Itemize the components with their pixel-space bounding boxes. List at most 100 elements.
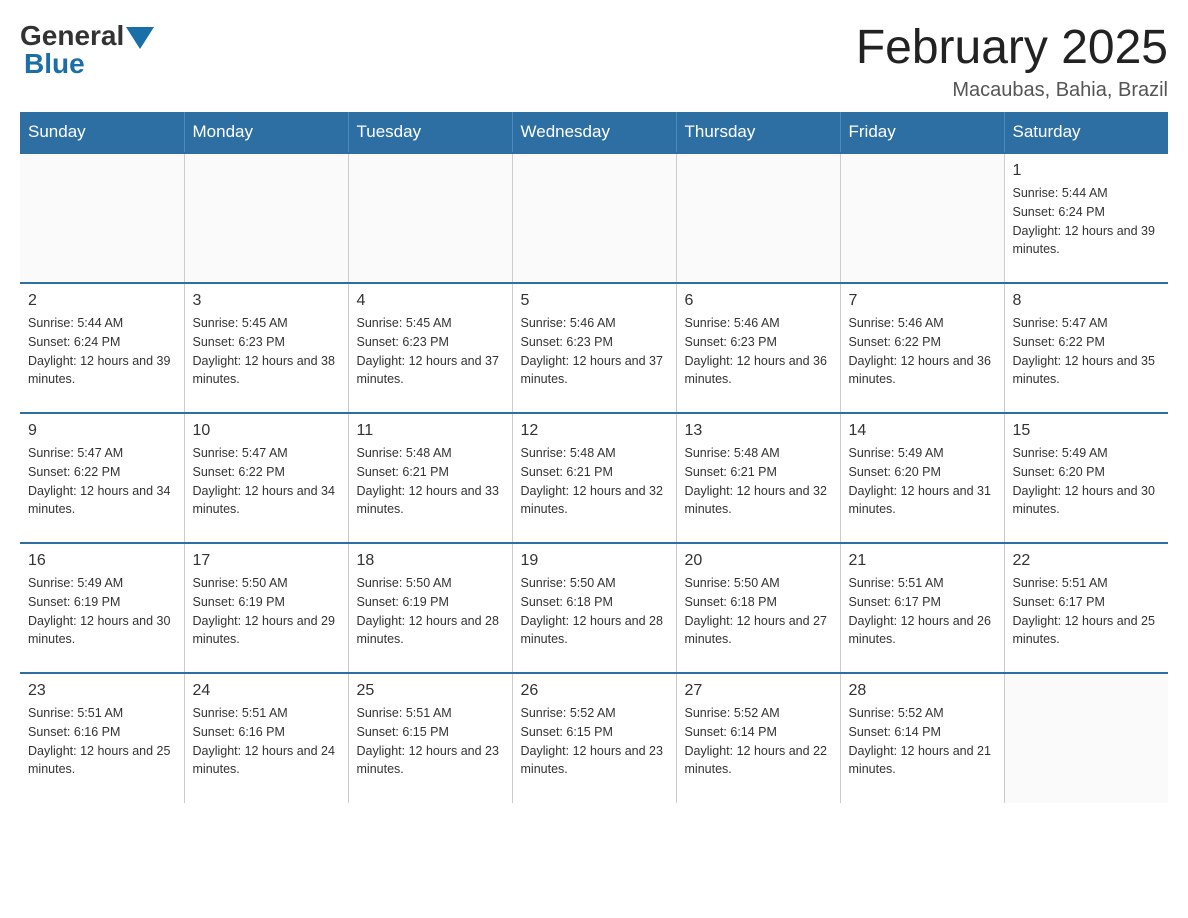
day-number: 6 (685, 292, 832, 310)
day-cell: 10 Sunrise: 5:47 AM Sunset: 6:22 PM Dayli… (184, 413, 348, 543)
day-cell: 5 Sunrise: 5:46 AM Sunset: 6:23 PM Daylig… (512, 283, 676, 413)
day-cell: 12 Sunrise: 5:48 AM Sunset: 6:21 PM Dayli… (512, 413, 676, 543)
day-number: 27 (685, 682, 832, 700)
day-cell (20, 153, 184, 283)
day-number: 2 (28, 292, 176, 310)
location: Macaubas, Bahia, Brazil (856, 79, 1168, 102)
day-cell: 7Sunrise: 5:46 AM Sunset: 6:22 PM Daylig… (840, 283, 1004, 413)
day-number: 14 (849, 422, 996, 440)
day-number: 10 (193, 422, 340, 440)
day-number: 20 (685, 552, 832, 570)
day-info: Sunrise: 5:51 AM Sunset: 6:15 PM Dayligh… (357, 704, 504, 779)
weekday-header-monday: Monday (184, 112, 348, 153)
day-number: 22 (1013, 552, 1161, 570)
day-number: 9 (28, 422, 176, 440)
day-info: Sunrise: 5:47 AM Sunset: 6:22 PM Dayligh… (193, 444, 340, 519)
day-number: 25 (357, 682, 504, 700)
day-cell: 21Sunrise: 5:51 AM Sunset: 6:17 PM Dayli… (840, 543, 1004, 673)
day-number: 1 (1013, 162, 1161, 180)
day-info: Sunrise: 5:51 AM Sunset: 6:16 PM Dayligh… (28, 704, 176, 779)
day-cell: 8 Sunrise: 5:47 AM Sunset: 6:22 PM Daylig… (1004, 283, 1168, 413)
day-cell: 20 Sunrise: 5:50 AM Sunset: 6:18 PM Dayli… (676, 543, 840, 673)
day-cell: 9 Sunrise: 5:47 AM Sunset: 6:22 PM Daylig… (20, 413, 184, 543)
calendar-table: SundayMondayTuesdayWednesdayThursdayFrid… (20, 112, 1168, 803)
logo-blue-text: Blue (24, 48, 85, 80)
day-cell (348, 153, 512, 283)
day-cell: 16 Sunrise: 5:49 AM Sunset: 6:19 PM Dayli… (20, 543, 184, 673)
day-info: Sunrise: 5:51 AM Sunset: 6:16 PM Dayligh… (193, 704, 340, 779)
logo: General Blue (20, 20, 154, 80)
day-cell: 24Sunrise: 5:51 AM Sunset: 6:16 PM Dayli… (184, 673, 348, 803)
day-cell (840, 153, 1004, 283)
title-section: February 2025 Macaubas, Bahia, Brazil (856, 20, 1168, 102)
day-number: 15 (1013, 422, 1161, 440)
day-info: Sunrise: 5:51 AM Sunset: 6:17 PM Dayligh… (1013, 574, 1161, 649)
day-info: Sunrise: 5:46 AM Sunset: 6:23 PM Dayligh… (685, 314, 832, 389)
day-cell: 25 Sunrise: 5:51 AM Sunset: 6:15 PM Dayli… (348, 673, 512, 803)
day-info: Sunrise: 5:52 AM Sunset: 6:15 PM Dayligh… (521, 704, 668, 779)
day-cell: 19 Sunrise: 5:50 AM Sunset: 6:18 PM Dayli… (512, 543, 676, 673)
day-info: Sunrise: 5:45 AM Sunset: 6:23 PM Dayligh… (193, 314, 340, 389)
day-cell: 27 Sunrise: 5:52 AM Sunset: 6:14 PM Dayli… (676, 673, 840, 803)
logo-triangle-icon (126, 27, 154, 49)
day-cell: 6 Sunrise: 5:46 AM Sunset: 6:23 PM Daylig… (676, 283, 840, 413)
day-info: Sunrise: 5:49 AM Sunset: 6:19 PM Dayligh… (28, 574, 176, 649)
day-cell: 26Sunrise: 5:52 AM Sunset: 6:15 PM Dayli… (512, 673, 676, 803)
day-cell: 14 Sunrise: 5:49 AM Sunset: 6:20 PM Dayli… (840, 413, 1004, 543)
day-cell (512, 153, 676, 283)
week-row-3: 9 Sunrise: 5:47 AM Sunset: 6:22 PM Daylig… (20, 413, 1168, 543)
day-number: 13 (685, 422, 832, 440)
day-info: Sunrise: 5:52 AM Sunset: 6:14 PM Dayligh… (685, 704, 832, 779)
day-number: 7 (849, 292, 996, 310)
day-info: Sunrise: 5:45 AM Sunset: 6:23 PM Dayligh… (357, 314, 504, 389)
week-row-1: 1 Sunrise: 5:44 AM Sunset: 6:24 PM Daylig… (20, 153, 1168, 283)
weekday-row: SundayMondayTuesdayWednesdayThursdayFrid… (20, 112, 1168, 153)
day-cell: 1 Sunrise: 5:44 AM Sunset: 6:24 PM Daylig… (1004, 153, 1168, 283)
day-cell: 4 Sunrise: 5:45 AM Sunset: 6:23 PM Daylig… (348, 283, 512, 413)
day-info: Sunrise: 5:46 AM Sunset: 6:23 PM Dayligh… (521, 314, 668, 389)
day-number: 23 (28, 682, 176, 700)
day-info: Sunrise: 5:44 AM Sunset: 6:24 PM Dayligh… (1013, 184, 1161, 259)
day-info: Sunrise: 5:52 AM Sunset: 6:14 PM Dayligh… (849, 704, 996, 779)
day-info: Sunrise: 5:49 AM Sunset: 6:20 PM Dayligh… (849, 444, 996, 519)
day-cell (1004, 673, 1168, 803)
weekday-header-friday: Friday (840, 112, 1004, 153)
day-info: Sunrise: 5:48 AM Sunset: 6:21 PM Dayligh… (357, 444, 504, 519)
day-info: Sunrise: 5:50 AM Sunset: 6:18 PM Dayligh… (685, 574, 832, 649)
day-info: Sunrise: 5:47 AM Sunset: 6:22 PM Dayligh… (28, 444, 176, 519)
day-number: 4 (357, 292, 504, 310)
day-info: Sunrise: 5:50 AM Sunset: 6:19 PM Dayligh… (357, 574, 504, 649)
week-row-4: 16 Sunrise: 5:49 AM Sunset: 6:19 PM Dayli… (20, 543, 1168, 673)
day-number: 28 (849, 682, 996, 700)
weekday-header-thursday: Thursday (676, 112, 840, 153)
weekday-header-saturday: Saturday (1004, 112, 1168, 153)
page-header: General Blue February 2025 Macaubas, Bah… (20, 20, 1168, 102)
weekday-header-sunday: Sunday (20, 112, 184, 153)
weekday-header-tuesday: Tuesday (348, 112, 512, 153)
day-number: 16 (28, 552, 176, 570)
day-cell: 23 Sunrise: 5:51 AM Sunset: 6:16 PM Dayli… (20, 673, 184, 803)
day-cell: 22 Sunrise: 5:51 AM Sunset: 6:17 PM Dayli… (1004, 543, 1168, 673)
day-number: 18 (357, 552, 504, 570)
day-info: Sunrise: 5:44 AM Sunset: 6:24 PM Dayligh… (28, 314, 176, 389)
week-row-5: 23 Sunrise: 5:51 AM Sunset: 6:16 PM Dayli… (20, 673, 1168, 803)
day-info: Sunrise: 5:50 AM Sunset: 6:18 PM Dayligh… (521, 574, 668, 649)
day-info: Sunrise: 5:47 AM Sunset: 6:22 PM Dayligh… (1013, 314, 1161, 389)
day-cell (676, 153, 840, 283)
day-cell: 3Sunrise: 5:45 AM Sunset: 6:23 PM Daylig… (184, 283, 348, 413)
day-number: 12 (521, 422, 668, 440)
week-row-2: 2 Sunrise: 5:44 AM Sunset: 6:24 PM Daylig… (20, 283, 1168, 413)
day-cell: 11Sunrise: 5:48 AM Sunset: 6:21 PM Dayli… (348, 413, 512, 543)
day-cell: 28 Sunrise: 5:52 AM Sunset: 6:14 PM Dayli… (840, 673, 1004, 803)
day-info: Sunrise: 5:48 AM Sunset: 6:21 PM Dayligh… (521, 444, 668, 519)
weekday-header-wednesday: Wednesday (512, 112, 676, 153)
day-number: 5 (521, 292, 668, 310)
day-info: Sunrise: 5:48 AM Sunset: 6:21 PM Dayligh… (685, 444, 832, 519)
calendar-header: SundayMondayTuesdayWednesdayThursdayFrid… (20, 112, 1168, 153)
day-number: 19 (521, 552, 668, 570)
day-info: Sunrise: 5:51 AM Sunset: 6:17 PM Dayligh… (849, 574, 996, 649)
month-title: February 2025 (856, 20, 1168, 75)
day-cell (184, 153, 348, 283)
day-number: 8 (1013, 292, 1161, 310)
day-number: 17 (193, 552, 340, 570)
